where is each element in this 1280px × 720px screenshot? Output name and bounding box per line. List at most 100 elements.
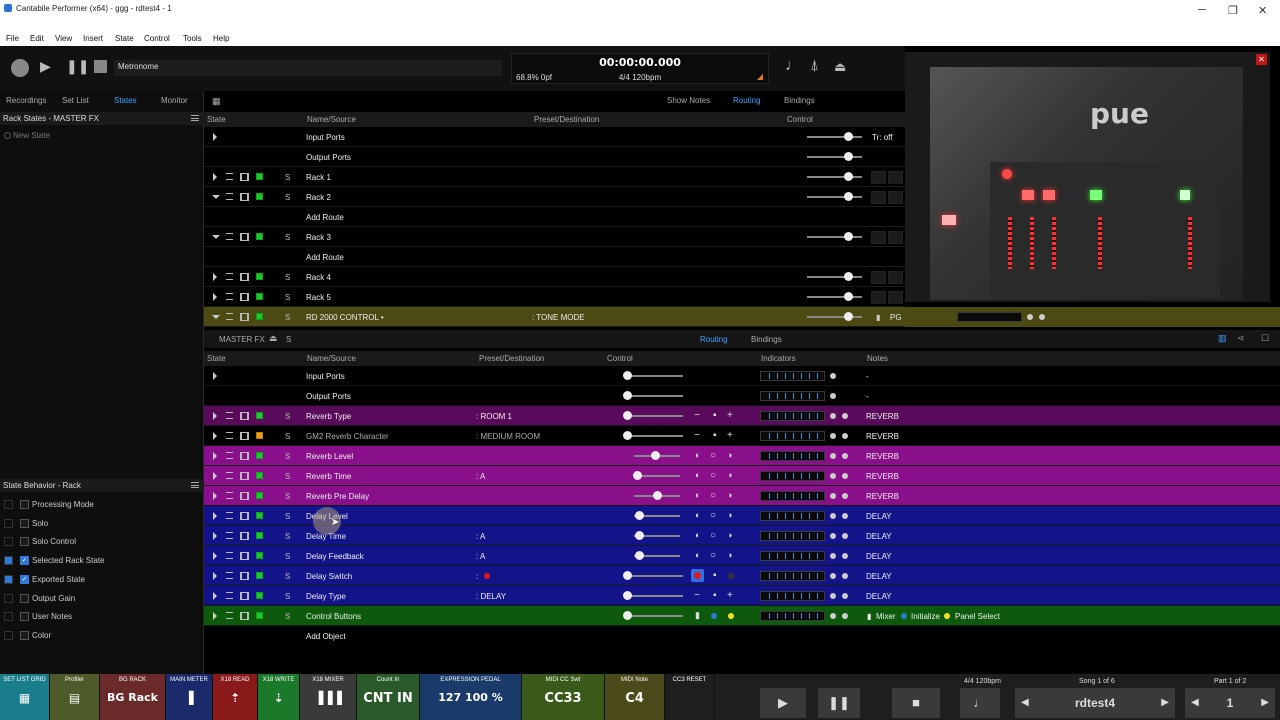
pause-button[interactable]: ❚❚ [818, 688, 860, 718]
solo-s[interactable]: S [285, 592, 290, 601]
binding-icon[interactable] [240, 432, 249, 440]
state-behavior-item[interactable]: User Notes [4, 608, 204, 626]
tab-bindings[interactable]: Bindings [784, 96, 815, 105]
menu-icon[interactable] [226, 532, 233, 539]
route-row[interactable]: S Rack 2 [204, 187, 905, 207]
control-slider-track[interactable] [627, 415, 683, 417]
binding-icon[interactable] [240, 552, 249, 560]
metronome-field[interactable]: Metronome [114, 60, 502, 76]
state-behavior-item[interactable]: Color [4, 627, 204, 645]
half-circle-icon[interactable]: ◐ [695, 550, 700, 560]
menu-icon[interactable] [226, 612, 233, 619]
menu-edit[interactable]: Edit [30, 34, 44, 43]
widget-button[interactable]: X18 MIXER ▐▐▐ [300, 674, 357, 720]
record-icon[interactable] [11, 59, 29, 77]
grid-view-icon[interactable]: ▦ [212, 96, 221, 107]
binding-icon[interactable] [240, 572, 249, 580]
menu-view[interactable]: View [55, 34, 72, 43]
menu-tools[interactable]: Tools [183, 34, 202, 43]
active-led[interactable] [256, 233, 263, 240]
widget-button[interactable]: SET LIST GRID ▦ [0, 674, 50, 720]
menu-icon[interactable] [226, 452, 233, 459]
tab-show-notes[interactable]: Show Notes [667, 96, 710, 105]
circle-icon[interactable]: ○ [710, 490, 716, 501]
control-slider-knob[interactable] [653, 491, 662, 500]
widget-button[interactable]: BG RACK BG Rack [100, 674, 166, 720]
active-led[interactable] [256, 173, 263, 180]
widget-button[interactable]: X18 WRITE ⇣ [258, 674, 300, 720]
solo-s[interactable]: S [285, 273, 290, 282]
solo-s[interactable]: S [285, 452, 290, 461]
state-behavior-item[interactable]: Solo [4, 515, 204, 533]
active-led[interactable] [256, 432, 263, 439]
state-checkbox[interactable] [20, 593, 29, 603]
split-view-icon[interactable]: ▥ [1218, 333, 1227, 344]
solo-s[interactable]: S [285, 512, 290, 521]
expand-icon[interactable] [213, 572, 217, 580]
gain-slider-track[interactable] [807, 136, 862, 138]
active-led[interactable] [256, 572, 263, 579]
half-circle-icon[interactable]: ◐ [695, 510, 700, 520]
widget-button[interactable]: MAIN METER ▐ [166, 674, 213, 720]
close-window-icon[interactable]: ✕ [1258, 4, 1267, 17]
contrast-icon[interactable]: ◑ [727, 490, 732, 500]
binding-icon[interactable] [240, 612, 249, 620]
state-checkbox[interactable] [20, 500, 29, 509]
control-slider-knob[interactable] [623, 591, 632, 600]
widget-button[interactable]: X18 READ ⇡ [213, 674, 258, 720]
route-row[interactable]: Output Ports [204, 147, 905, 167]
binding-icon[interactable] [240, 532, 249, 540]
object-row[interactable]: S Reverb Level ◐ ○ ◑ REVERB [204, 446, 1280, 466]
route-row[interactable]: Add Route [204, 247, 905, 267]
blue-dot-icon[interactable] [711, 613, 717, 619]
binding-icon[interactable] [240, 472, 249, 480]
gain-slider-knob[interactable] [844, 152, 853, 161]
active-led[interactable] [256, 193, 263, 200]
widget-button[interactable]: Profiler ▤ [50, 674, 100, 720]
solo-s[interactable]: S [285, 313, 290, 322]
circle-icon[interactable]: ○ [710, 530, 716, 541]
contrast-icon[interactable]: ◑ [727, 550, 732, 560]
expand-icon[interactable] [213, 173, 217, 181]
solo-s[interactable]: S [285, 532, 290, 541]
object-row[interactable]: S GM2 Reverb Character: MEDIUM ROOM − ▪ + REV… [204, 426, 1280, 446]
export-pin-icon[interactable] [4, 612, 13, 622]
route-row[interactable]: Input Ports Tr: off [204, 127, 905, 147]
collapse-icon[interactable] [212, 235, 220, 239]
control-slider-knob[interactable] [633, 471, 642, 480]
object-row[interactable]: S Reverb Pre Delay ◐ ○ ◑ REVERB [204, 486, 1280, 506]
tab-states[interactable]: States [114, 96, 137, 105]
tab-routing[interactable]: Routing [733, 96, 761, 105]
expand-icon[interactable] [213, 512, 217, 520]
route-row[interactable]: S Rack 3 [204, 227, 905, 247]
solo-s[interactable]: S [285, 293, 290, 302]
state-checkbox[interactable] [20, 537, 29, 547]
expand-icon[interactable] [213, 372, 217, 380]
expand-icon[interactable] [213, 552, 217, 560]
binding-icon[interactable] [240, 412, 249, 420]
active-led[interactable] [256, 452, 263, 459]
state-behavior-item[interactable]: ✓ Selected Rack State [4, 552, 204, 570]
menu-icon[interactable] [226, 233, 233, 240]
route-row[interactable]: S Rack 4 [204, 267, 905, 287]
expand-icon[interactable] [213, 273, 217, 281]
rack-states-menu-icon[interactable] [191, 115, 199, 121]
binding-icon[interactable] [240, 592, 249, 600]
object-row[interactable]: S Delay Type: DELAY − ▪ + DELAY [204, 586, 1280, 606]
active-led[interactable] [256, 472, 263, 479]
solo-s[interactable]: S [285, 432, 290, 441]
solo-s[interactable]: S [285, 572, 290, 581]
state-checkbox[interactable] [20, 630, 29, 640]
object-row[interactable]: S Reverb Type: ROOM 1 − ▪ + REVERB [204, 406, 1280, 426]
add-object-row[interactable]: Add Object [204, 626, 1280, 646]
binding-icon[interactable] [240, 452, 249, 460]
play-button[interactable]: ▶ [760, 688, 806, 718]
object-row[interactable]: Output Ports - [204, 386, 1280, 406]
control-slider-knob[interactable] [623, 411, 632, 420]
eject-icon[interactable]: ⏏ [269, 333, 278, 344]
contrast-icon[interactable]: ◑ [727, 450, 732, 460]
control-slider-knob[interactable] [623, 371, 632, 380]
route-row[interactable]: S Rack 5 [204, 287, 905, 307]
object-row[interactable]: S Control Buttons ▮ ▮ Mixer Initialize Panel S… [204, 606, 1280, 626]
state-behavior-item[interactable]: Output Gain [4, 590, 204, 608]
